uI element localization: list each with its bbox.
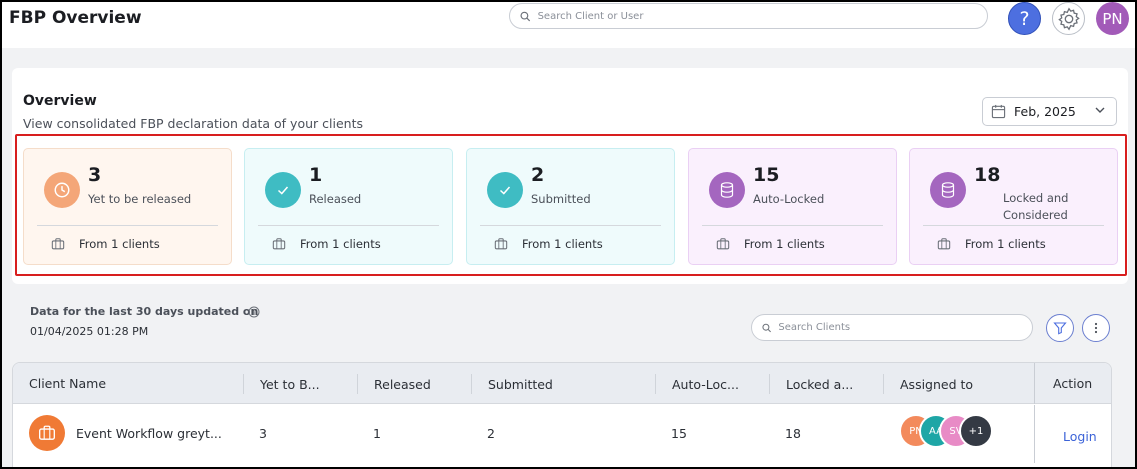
stat-label: Auto-Locked [753, 192, 825, 206]
clients-table: Client Name Yet to B... Released Submitt… [12, 362, 1112, 467]
stat-footer: From 1 clients [494, 237, 603, 251]
updated-timestamp: 01/04/2025 01:28 PM [30, 325, 149, 338]
info-icon[interactable] [248, 306, 260, 318]
overview-title: Overview [23, 93, 97, 109]
top-bar: FBP Overview ? PN [2, 2, 1135, 48]
stat-footer: From 1 clients [51, 237, 160, 251]
stat-divider [258, 225, 439, 226]
stat-icon-circle [930, 172, 966, 208]
briefcase-icon [272, 238, 286, 250]
stat-label: Released [309, 192, 362, 206]
stat-label: Yet to be released [88, 192, 192, 206]
stat-divider [480, 225, 661, 226]
stat-footer-text: From 1 clients [79, 237, 160, 251]
client-name-cell[interactable]: Event Workflow greyt... [29, 405, 222, 461]
stat-icon-circle [709, 172, 745, 208]
filter-icon [1053, 322, 1067, 335]
selected-month: Feb, 2025 [1014, 104, 1076, 119]
month-picker[interactable]: Feb, 2025 [982, 97, 1117, 126]
stat-footer-text: From 1 clients [300, 237, 381, 251]
stat-count: 15 [753, 164, 780, 186]
client-search-input[interactable] [778, 322, 1032, 333]
search-icon [762, 323, 771, 332]
stat-divider [923, 225, 1104, 226]
stat-card[interactable]: 3 Yet to be released From 1 clients [23, 148, 232, 265]
stat-card[interactable]: 15 Auto-Locked From 1 clients [688, 148, 897, 265]
global-search-box[interactable] [509, 3, 988, 29]
col-locked-and-considered[interactable]: Locked a... [769, 374, 853, 394]
locked-value: 18 [785, 425, 801, 441]
stat-footer-text: From 1 clients [744, 237, 825, 251]
stat-footer-text: From 1 clients [965, 237, 1046, 251]
settings-button[interactable] [1052, 2, 1085, 35]
more-options-button[interactable] [1082, 314, 1110, 342]
gear-icon [1057, 6, 1080, 31]
yet-to-be-released-value: 3 [259, 425, 267, 441]
stat-footer: From 1 clients [937, 237, 1046, 251]
user-avatar[interactable]: PN [1096, 2, 1129, 35]
stat-label: Locked and Considered [1003, 191, 1069, 222]
briefcase-icon [716, 238, 730, 250]
stat-count: 3 [88, 164, 102, 186]
overview-subtitle: View consolidated FBP declaration data o… [23, 116, 363, 131]
global-search-input[interactable] [537, 10, 987, 22]
action-cell: Login [1034, 405, 1111, 463]
stat-icon-circle [265, 172, 301, 208]
stat-card[interactable]: 18 Locked and Considered From 1 clients [909, 148, 1118, 265]
search-icon [520, 11, 531, 21]
chevron-down-icon [1095, 107, 1105, 113]
table-header: Client Name Yet to B... Released Submitt… [13, 363, 1111, 404]
auto-locked-value: 15 [671, 425, 687, 441]
stat-footer: From 1 clients [716, 237, 825, 251]
stat-count: 18 [974, 164, 1001, 186]
briefcase-icon [51, 238, 65, 250]
clock-icon [54, 182, 70, 198]
database-icon [941, 182, 955, 198]
col-yet-to-be-released[interactable]: Yet to B... [243, 374, 320, 394]
assignee-avatar[interactable]: +1 [959, 414, 993, 448]
help-button[interactable]: ? [1008, 2, 1041, 35]
client-name: Event Workflow greyt... [76, 425, 222, 441]
page-title: FBP Overview [9, 8, 142, 28]
col-submitted[interactable]: Submitted [471, 374, 553, 394]
stat-icon-circle [487, 172, 523, 208]
col-client-name[interactable]: Client Name [13, 363, 106, 404]
briefcase-icon [494, 238, 508, 250]
col-action: Action [1034, 363, 1092, 404]
briefcase-icon [39, 425, 55, 440]
stat-footer: From 1 clients [272, 237, 381, 251]
submitted-value: 2 [487, 425, 495, 441]
login-link[interactable]: Login [1063, 429, 1097, 444]
check-icon [277, 186, 289, 195]
database-icon [720, 182, 734, 198]
col-assigned-to[interactable]: Assigned to [883, 374, 973, 394]
col-released[interactable]: Released [357, 374, 431, 394]
stat-card[interactable]: 2 Submitted From 1 clients [466, 148, 675, 265]
table-row: Event Workflow greyt... 3 1 2 15 18 PN AA… [13, 405, 1111, 463]
calendar-icon [991, 104, 1006, 119]
stat-icon-circle [44, 172, 80, 208]
check-icon [499, 186, 511, 195]
stat-card[interactable]: 1 Released From 1 clients [244, 148, 453, 265]
stat-divider [37, 225, 218, 226]
client-avatar [29, 415, 65, 451]
app-window: FBP Overview ? PN Overview View consolid… [2, 2, 1135, 467]
stat-label: Submitted [531, 192, 591, 206]
help-icon: ? [1019, 7, 1030, 30]
assignees-group[interactable]: PN AA SV +1 [899, 414, 1019, 452]
updated-label: Data for the last 30 days updated on [30, 305, 259, 318]
filter-button[interactable] [1046, 314, 1074, 342]
stat-count: 2 [531, 164, 545, 186]
client-search-box[interactable] [751, 314, 1033, 341]
released-value: 1 [373, 425, 381, 441]
more-vertical-icon [1094, 322, 1098, 334]
stat-count: 1 [309, 164, 323, 186]
briefcase-icon [937, 238, 951, 250]
col-auto-locked[interactable]: Auto-Loc... [655, 374, 739, 394]
user-initials: PN [1102, 9, 1123, 28]
stat-footer-text: From 1 clients [522, 237, 603, 251]
stat-divider [702, 225, 883, 226]
